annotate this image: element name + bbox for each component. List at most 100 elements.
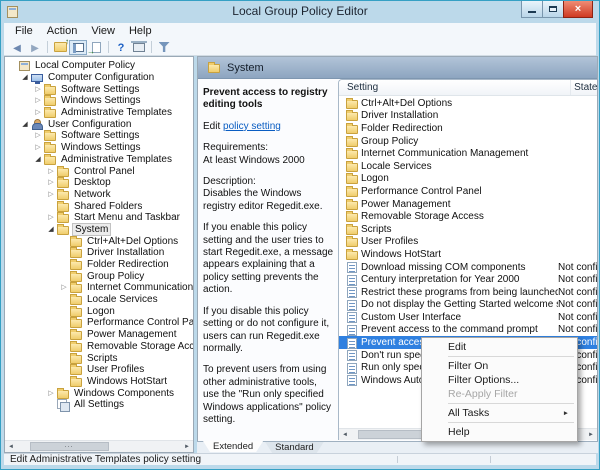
list-item[interactable]: Scripts bbox=[339, 223, 597, 236]
expand-arrow-icon[interactable] bbox=[46, 179, 56, 186]
list-item[interactable]: Locale Services bbox=[339, 160, 597, 173]
column-header-state[interactable]: State bbox=[571, 82, 597, 93]
expand-arrow-icon[interactable] bbox=[33, 144, 43, 151]
context-menu-item[interactable]: Re-Apply Filter bbox=[422, 387, 577, 401]
tree-item[interactable]: Power Management bbox=[5, 329, 193, 341]
view-tab[interactable]: Extended bbox=[203, 441, 263, 452]
context-menu-item[interactable]: Filter On bbox=[422, 359, 577, 373]
expand-arrow-icon[interactable] bbox=[46, 226, 56, 233]
folder-icon bbox=[70, 340, 82, 352]
expand-arrow-icon[interactable] bbox=[46, 390, 56, 397]
tree-item[interactable]: Logon bbox=[5, 305, 193, 317]
menu-item[interactable]: Action bbox=[40, 24, 85, 38]
toolbar-button[interactable] bbox=[87, 40, 105, 55]
tree-item[interactable]: Control Panel bbox=[5, 165, 193, 177]
list-item[interactable]: Do not display the Getting Started welco… bbox=[339, 299, 597, 312]
tree-item[interactable]: Administrative Templates bbox=[5, 153, 193, 166]
tree-item[interactable]: Locale Services bbox=[5, 294, 193, 306]
expand-arrow-icon[interactable] bbox=[33, 132, 43, 139]
menu-item[interactable]: Help bbox=[122, 24, 159, 38]
toolbar-button[interactable] bbox=[26, 40, 44, 55]
expand-arrow-icon[interactable] bbox=[46, 168, 56, 175]
expand-arrow-icon[interactable] bbox=[33, 156, 43, 163]
expand-arrow-icon[interactable] bbox=[46, 191, 56, 198]
menu-item[interactable]: View bbox=[84, 24, 122, 38]
tree-item[interactable]: Start Menu and Taskbar bbox=[5, 212, 193, 224]
tree-item[interactable]: Driver Installation bbox=[5, 247, 193, 259]
scroll-right-icon[interactable]: ► bbox=[181, 441, 193, 452]
scrollbar-thumb[interactable] bbox=[30, 442, 109, 451]
view-tab[interactable]: Standard bbox=[265, 442, 324, 453]
context-menu-item[interactable]: Filter Options... bbox=[422, 373, 577, 387]
list-item[interactable]: Prevent access to the command prompt Not… bbox=[339, 324, 597, 337]
tree-item[interactable]: System bbox=[5, 222, 193, 236]
tree-item[interactable]: Windows HotStart bbox=[5, 375, 193, 388]
restore-button[interactable] bbox=[542, 1, 564, 18]
list-item[interactable]: Download missing COM components Not conf… bbox=[339, 261, 597, 274]
context-menu-item[interactable]: All Tasks bbox=[422, 406, 577, 420]
scroll-left-icon[interactable]: ◄ bbox=[339, 429, 351, 440]
tree-item[interactable]: Ctrl+Alt+Del Options bbox=[5, 235, 193, 247]
tree-item[interactable]: Network bbox=[5, 188, 193, 201]
expand-arrow-icon[interactable] bbox=[20, 74, 30, 81]
tree-item[interactable]: User Configuration bbox=[5, 118, 193, 130]
list-item[interactable]: User Profiles bbox=[339, 236, 597, 249]
context-menu-item[interactable]: Help bbox=[422, 425, 577, 439]
tree-item[interactable]: All Settings bbox=[5, 399, 193, 413]
toolbar-button[interactable] bbox=[8, 40, 26, 55]
close-button[interactable]: × bbox=[563, 1, 593, 18]
toolbar-button[interactable] bbox=[112, 40, 130, 55]
expand-arrow-icon[interactable] bbox=[46, 214, 56, 221]
list-item[interactable]: Restrict these programs from being launc… bbox=[339, 286, 597, 299]
tree-item[interactable]: Desktop bbox=[5, 177, 193, 189]
pane-header: System bbox=[198, 57, 597, 79]
expand-arrow-icon[interactable] bbox=[33, 86, 43, 93]
list-item[interactable]: Logon bbox=[339, 173, 597, 186]
tree-item[interactable]: Scripts bbox=[5, 352, 193, 364]
tree-item[interactable]: User Profiles bbox=[5, 364, 193, 376]
list-item[interactable]: Performance Control Panel bbox=[339, 185, 597, 198]
toolbar-button[interactable] bbox=[51, 40, 69, 55]
list-item[interactable]: Group Policy bbox=[339, 135, 597, 148]
tree-item[interactable]: Windows Components bbox=[5, 387, 193, 399]
tree-item[interactable]: Folder Redirection bbox=[5, 259, 193, 271]
tree-item-label: Logon bbox=[87, 305, 115, 317]
toolbar-button[interactable] bbox=[130, 40, 148, 55]
scroll-right-icon[interactable]: ► bbox=[585, 429, 597, 440]
tree-item[interactable]: Windows Settings bbox=[5, 95, 193, 107]
column-header-setting[interactable]: Setting bbox=[339, 80, 572, 95]
expand-arrow-icon[interactable] bbox=[59, 284, 69, 291]
list-item[interactable]: Windows HotStart bbox=[339, 248, 597, 261]
tree-horizontal-scrollbar[interactable]: ◄ ► bbox=[5, 440, 193, 452]
tree-item[interactable]: Performance Control Panel bbox=[5, 317, 193, 329]
expand-arrow-icon[interactable] bbox=[33, 109, 43, 116]
menu-item[interactable]: File bbox=[8, 24, 40, 38]
list-item[interactable]: Custom User Interface Not configured bbox=[339, 311, 597, 324]
list-item[interactable]: Ctrl+Alt+Del Options bbox=[339, 97, 597, 110]
tree-item[interactable]: Windows Settings bbox=[5, 142, 193, 154]
titlebar[interactable]: Local Group Policy Editor × bbox=[1, 1, 599, 23]
expand-arrow-icon[interactable] bbox=[20, 121, 30, 128]
list-item[interactable]: Folder Redirection bbox=[339, 122, 597, 135]
list-item[interactable]: Internet Communication Management bbox=[339, 147, 597, 160]
tree-item[interactable]: Local Computer Policy bbox=[5, 60, 193, 72]
minimize-button[interactable] bbox=[521, 1, 543, 18]
toolbar-button[interactable] bbox=[155, 40, 173, 55]
context-menu-item[interactable]: Edit bbox=[422, 340, 577, 354]
list-item[interactable]: Century interpretation for Year 2000 Not… bbox=[339, 273, 597, 286]
tree-item[interactable]: Internet Communication Management bbox=[5, 282, 193, 294]
tree-item[interactable]: Software Settings bbox=[5, 130, 193, 142]
tree-item[interactable]: Computer Configuration bbox=[5, 72, 193, 85]
list-item[interactable]: Power Management bbox=[339, 198, 597, 211]
expand-arrow-icon[interactable] bbox=[33, 97, 43, 104]
edit-policy-setting-link[interactable]: policy setting bbox=[223, 121, 281, 132]
tree-item[interactable]: Administrative Templates bbox=[5, 107, 193, 119]
toolbar-button[interactable] bbox=[69, 39, 87, 55]
tree-item[interactable]: Group Policy bbox=[5, 270, 193, 282]
list-item[interactable]: Driver Installation bbox=[339, 110, 597, 123]
list-item[interactable]: Removable Storage Access bbox=[339, 210, 597, 223]
scroll-left-icon[interactable]: ◄ bbox=[5, 441, 17, 452]
tree-item[interactable]: Software Settings bbox=[5, 83, 193, 95]
tree-item[interactable]: Removable Storage Access bbox=[5, 340, 193, 353]
tree-item[interactable]: Shared Folders bbox=[5, 200, 193, 212]
